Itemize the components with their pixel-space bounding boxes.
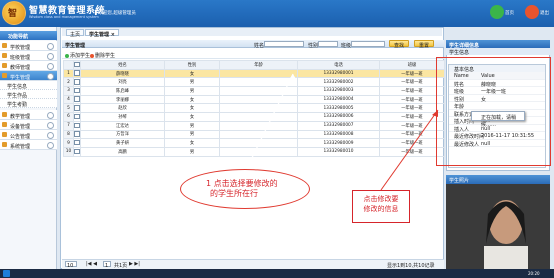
taskbar-clock: 20:20 <box>528 271 540 276</box>
annotation-arrows <box>244 73 439 191</box>
annotation-select-row: 1 点击选择要修改的 的学生所在行 <box>206 179 278 198</box>
annotation-modify-note: 点击修改要 修改的信息 <box>352 190 410 223</box>
os-taskbar <box>0 269 554 278</box>
start-menu-icon[interactable] <box>3 270 10 277</box>
